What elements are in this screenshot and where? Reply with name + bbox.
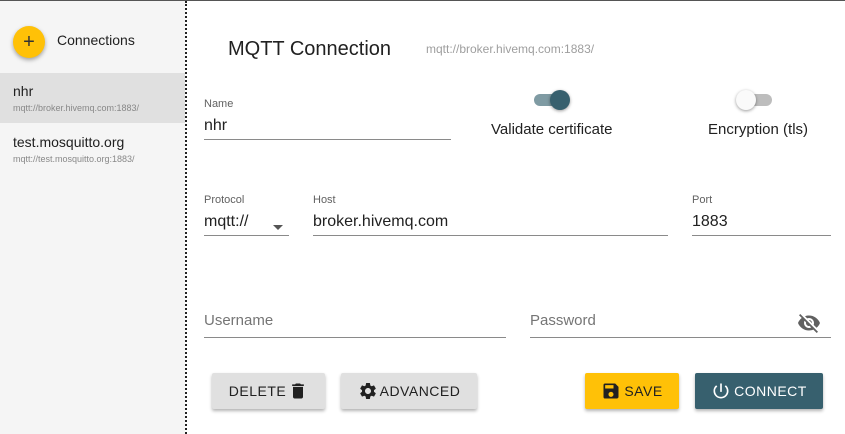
connection-url-display: mqtt://broker.hivemq.com:1883/ <box>426 42 595 56</box>
save-label: SAVE <box>624 383 663 399</box>
add-connection-button[interactable]: + <box>13 26 45 58</box>
username-field[interactable]: Username <box>204 312 506 338</box>
sidebar: + Connections nhr mqtt://broker.hivemq.c… <box>0 1 185 434</box>
connection-item-nhr[interactable]: nhr mqtt://broker.hivemq.com:1883/ <box>0 73 185 123</box>
connection-name: nhr <box>13 83 34 99</box>
connect-label: CONNECT <box>734 383 807 399</box>
password-field[interactable]: Password <box>530 312 831 338</box>
encryption-toggle[interactable] <box>736 89 776 110</box>
host-field[interactable]: Host broker.hivemq.com <box>313 194 668 236</box>
connection-name: test.mosquitto.org <box>13 134 125 150</box>
encryption-label: Encryption (tls) <box>708 121 809 138</box>
password-input[interactable]: Password <box>530 312 831 338</box>
floppy-disk-icon <box>601 381 621 401</box>
name-input[interactable]: nhr <box>204 110 451 140</box>
sidebar-title: Connections <box>57 32 135 48</box>
protocol-label: Protocol <box>204 194 245 206</box>
connection-item-test-mosquitto[interactable]: test.mosquitto.org mqtt://test.mosquitto… <box>0 124 185 174</box>
delete-label: DELETE <box>228 383 287 399</box>
validate-certificate-label: Validate certificate <box>491 121 613 138</box>
connection-url: mqtt://broker.hivemq.com:1883/ <box>13 103 140 113</box>
protocol-value[interactable]: mqtt:// <box>204 206 289 236</box>
power-icon <box>711 381 731 401</box>
eye-off-icon[interactable] <box>797 311 821 335</box>
host-label: Host <box>313 194 336 206</box>
validate-certificate-toggle[interactable] <box>532 89 572 110</box>
name-field[interactable]: Name nhr <box>204 98 451 140</box>
trash-icon <box>288 381 308 401</box>
protocol-select[interactable]: Protocol mqtt:// <box>204 194 289 236</box>
toggle-thumb <box>736 90 756 110</box>
host-input[interactable]: broker.hivemq.com <box>313 206 668 236</box>
gear-icon <box>358 381 378 401</box>
port-input[interactable]: 1883 <box>692 206 831 236</box>
connect-button[interactable]: CONNECT <box>695 373 823 409</box>
plus-icon: + <box>23 30 35 53</box>
name-label: Name <box>204 98 234 110</box>
dropdown-arrow-icon <box>273 225 283 230</box>
toggle-thumb <box>550 90 570 110</box>
connection-editor: MQTT Connection mqtt://broker.hivemq.com… <box>188 1 845 434</box>
advanced-label: ADVANCED <box>379 383 461 399</box>
username-input[interactable]: Username <box>204 312 506 338</box>
delete-button[interactable]: DELETE <box>212 373 325 409</box>
page-title: MQTT Connection <box>228 38 392 60</box>
connection-url: mqtt://test.mosquitto.org:1883/ <box>13 154 135 164</box>
port-field[interactable]: Port 1883 <box>692 194 831 236</box>
sidebar-divider <box>185 1 187 434</box>
advanced-button[interactable]: ADVANCED <box>341 373 477 409</box>
save-button[interactable]: SAVE <box>585 373 679 409</box>
port-label: Port <box>692 194 713 206</box>
